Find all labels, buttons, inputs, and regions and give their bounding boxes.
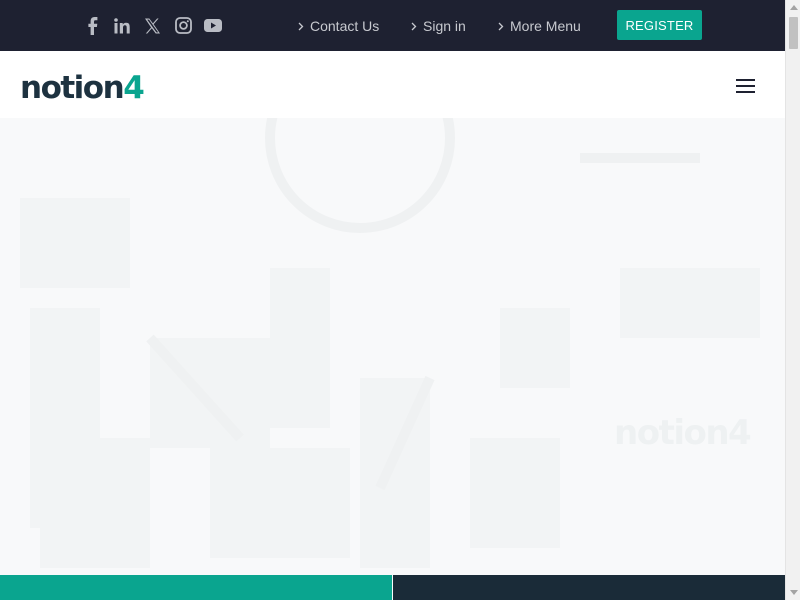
bottom-panel-left [0, 575, 392, 600]
page-scrollbar[interactable] [785, 0, 800, 600]
top-bar: Contact Us Sign in More Menu REGISTER [0, 0, 785, 51]
scrollbar-thumb[interactable] [789, 17, 798, 49]
youtube-icon[interactable] [201, 0, 225, 51]
page: Contact Us Sign in More Menu REGISTER no… [0, 0, 785, 600]
x-twitter-icon[interactable] [140, 0, 164, 51]
contact-us-link[interactable]: Contact Us [298, 0, 379, 51]
site-header: notion 4 [0, 51, 785, 118]
chevron-right-icon [498, 18, 504, 34]
more-menu-link[interactable]: More Menu [498, 0, 581, 51]
sign-in-link[interactable]: Sign in [411, 0, 466, 51]
linkedin-icon[interactable] [110, 0, 134, 51]
logo-suffix: 4 [123, 70, 145, 106]
scroll-up-arrow-icon[interactable] [786, 0, 800, 15]
hero-background-image [20, 118, 760, 568]
hero-watermark: notion4 [614, 413, 752, 453]
hero-banner: notion4 [0, 118, 785, 575]
register-button[interactable]: REGISTER [617, 10, 702, 40]
chevron-right-icon [411, 18, 417, 34]
hamburger-menu-icon[interactable] [736, 79, 756, 93]
scroll-down-arrow-icon[interactable] [786, 585, 800, 600]
facebook-icon[interactable] [81, 0, 105, 51]
contact-us-label: Contact Us [310, 17, 380, 34]
chevron-right-icon [298, 18, 304, 34]
more-menu-label: More Menu [510, 17, 581, 34]
sign-in-label: Sign in [423, 17, 466, 34]
bottom-panel-right [393, 575, 785, 600]
notion4-logo[interactable]: notion 4 [20, 63, 156, 105]
instagram-icon[interactable] [171, 0, 195, 51]
logo-text: notion [20, 70, 125, 106]
